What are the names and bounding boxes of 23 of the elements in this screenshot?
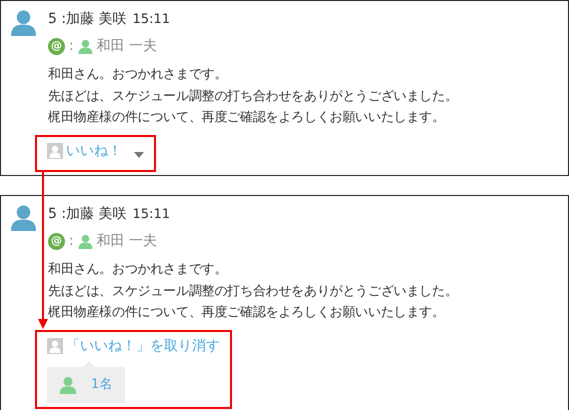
user-icon [59,376,77,394]
author-name: 5 :加藤 美咲 [48,10,127,29]
user-icon [78,39,93,54]
mention-user: 和田 一夫 [96,37,158,56]
user-icon [47,338,63,354]
caret-icon[interactable] [134,152,144,158]
post-time: 15:11 [132,11,170,29]
mention-icon: @ [48,233,65,250]
avatar-icon [10,9,37,36]
post-time: 15:11 [132,206,170,224]
user-icon [78,234,93,249]
avatar-icon [10,204,37,231]
author-name: 5 :加藤 美咲 [48,205,127,224]
message-text: 和田さん。おつかれさまです。 先ほどは、スケジュール調整の打ち合わせをありがとうございました。 梶田物産様の件について、再度ご確認をよろしくお願いいたします。 [48,66,459,127]
mention-user: 和田 一夫 [96,232,158,251]
mention-icon: @ [48,38,65,55]
like-count: 1名 [91,376,112,394]
message-text: 和田さん。おつかれさまです。 先ほどは、スケジュール調整の打ち合わせをありがとうございました。 梶田物産様の件について、再度ご確認をよろしくお願いいたします。 [48,261,459,322]
colon: : [69,232,74,251]
like-button[interactable]: いいね！ [47,140,122,162]
like-button[interactable]: 「いいね！」を取り消す [47,336,220,356]
user-icon [47,143,63,159]
colon: : [69,37,74,56]
